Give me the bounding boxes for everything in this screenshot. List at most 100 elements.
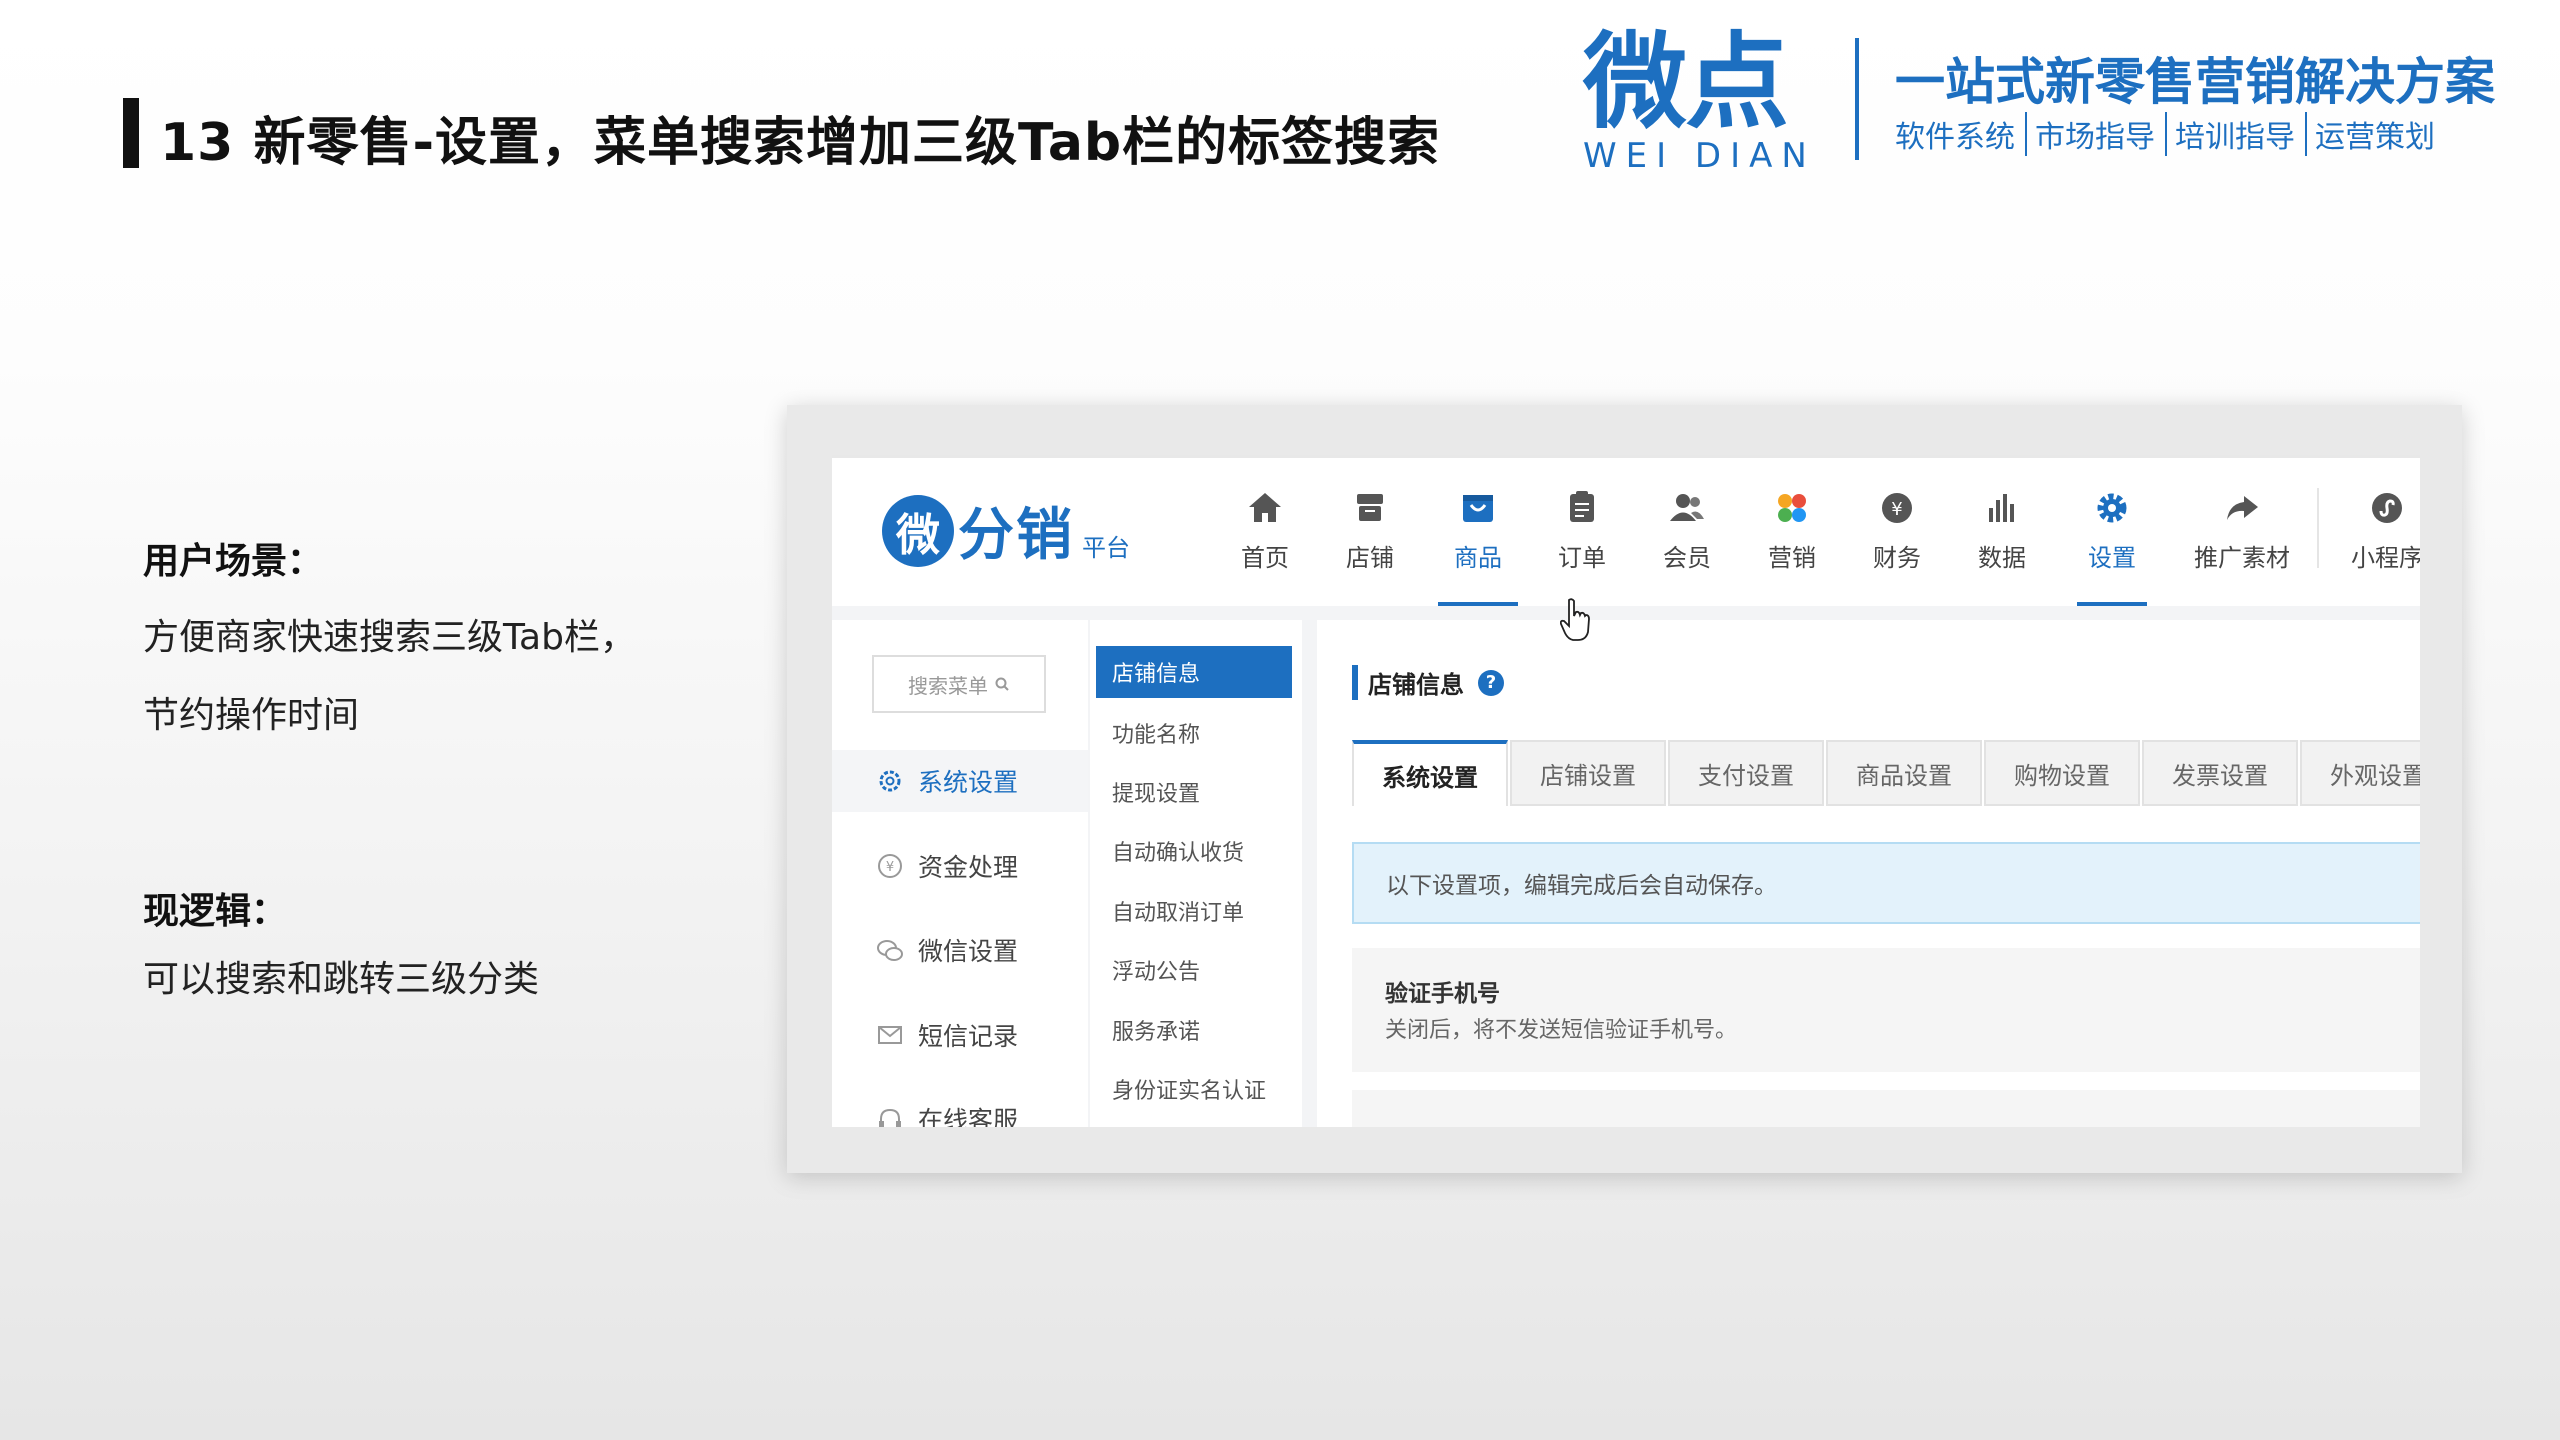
content-title: 店铺信息 ? — [1352, 665, 1504, 700]
submenu-item-feature-name[interactable]: 功能名称 — [1090, 707, 1302, 759]
svg-text:¥: ¥ — [886, 860, 894, 875]
search-placeholder: 搜索菜单 — [908, 673, 988, 698]
service-label: 市场指导 — [2025, 112, 2155, 156]
setting-description: 关闭后，将不发送短信验证手机号。 — [1385, 1018, 1738, 1043]
nav-active-underline — [2077, 602, 2147, 606]
nav-item-marketing[interactable]: 营销 — [1757, 458, 1827, 606]
nav-item-promo[interactable]: 推广素材 — [2187, 458, 2297, 606]
nav-item-member[interactable]: 会员 — [1652, 458, 1722, 606]
sidebar-item-online-service[interactable]: 在线客服 — [832, 1088, 1088, 1127]
nav-item-goods[interactable]: 商品 — [1438, 458, 1518, 606]
search-icon — [995, 677, 1009, 691]
submenu-item-floating-notice[interactable]: 浮动公告 — [1090, 944, 1302, 996]
setting-next-block — [1352, 1090, 2420, 1127]
nav-label: 订单 — [1558, 544, 1606, 572]
tab-shopping-settings[interactable]: 购物设置 — [1984, 740, 2140, 806]
gear-icon — [2097, 493, 2127, 523]
member-icon — [1670, 494, 1704, 521]
brand-name-en: WEI DIAN — [1583, 136, 1816, 176]
app-logo-sub: 平台 — [1082, 534, 1130, 562]
sidebar-item-label: 在线客服 — [918, 1106, 1019, 1127]
content-panel: 店铺信息 ? 系统设置 店铺设置 支付设置 商品设置 购物设置 发票设置 外观设… — [1317, 620, 2420, 1127]
submenu-item-id-verification[interactable]: 身份证实名认证 — [1090, 1063, 1302, 1115]
gear-icon — [879, 770, 901, 792]
chart-icon — [1989, 494, 2014, 522]
brand-slogan: 一站式新零售营销解决方案 — [1895, 53, 2495, 111]
nav-label: 商品 — [1454, 544, 1502, 572]
tab-appearance-settings[interactable]: 外观设置 — [2300, 740, 2420, 806]
submenu-item-auto-confirm[interactable]: 自动确认收货 — [1090, 825, 1302, 877]
service-label: 软件系统 — [1895, 120, 2015, 155]
nav-label: 小程序 — [2351, 544, 2420, 572]
nav-label: 店铺 — [1346, 544, 1394, 572]
nav-item-miniapp[interactable]: 小程序 — [2342, 458, 2420, 606]
share-icon — [2227, 496, 2258, 520]
brand-logo: 微点 WEI DIAN — [1583, 30, 1815, 176]
sidebar-item-sms-records[interactable]: 短信记录 — [832, 1004, 1088, 1066]
mail-icon — [878, 1026, 902, 1044]
finance-icon: ¥ — [1882, 493, 1912, 523]
tab-store-settings[interactable]: 店铺设置 — [1510, 740, 1666, 806]
sidebar: 搜索菜单 系统设置 ¥ 资金处理 微信设置 短信记录 在线客服 — [832, 620, 1088, 1127]
app-screenshot: 微 分销 平台 首页 店铺 商品 订单 会员 营销 ¥ 财务 数据 设置 推广素… — [832, 455, 2420, 1127]
brand-divider — [1855, 38, 1859, 160]
nav-label: 推广素材 — [2194, 544, 2290, 572]
content-title-text: 店铺信息 — [1368, 671, 1464, 699]
tab-system-settings[interactable]: 系统设置 — [1352, 740, 1508, 806]
nav-active-underline — [1438, 602, 1518, 606]
store-icon — [1357, 494, 1383, 521]
hand-cursor-icon — [1560, 598, 1590, 641]
miniapp-icon — [2372, 493, 2402, 523]
sidebar-item-funds[interactable]: ¥ 资金处理 — [832, 835, 1088, 897]
nav-item-order[interactable]: 订单 — [1547, 458, 1617, 606]
home-icon — [1249, 493, 1281, 522]
sidebar-item-label: 短信记录 — [918, 1022, 1019, 1051]
app-logo-text: 分销 — [958, 503, 1074, 568]
service-label: 运营策划 — [2305, 112, 2435, 156]
screenshot-frame: 微 分销 平台 首页 店铺 商品 订单 会员 营销 ¥ 财务 数据 设置 推广素… — [787, 405, 2462, 1173]
submenu-item-withdraw[interactable]: 提现设置 — [1090, 766, 1302, 818]
tab-payment-settings[interactable]: 支付设置 — [1668, 740, 1824, 806]
nav-item-finance[interactable]: ¥ 财务 — [1862, 458, 1932, 606]
menu-search-input[interactable]: 搜索菜单 — [872, 655, 1046, 713]
headset-icon — [879, 1108, 901, 1127]
submenu: 店铺信息 功能名称 提现设置 自动确认收货 自动取消订单 浮动公告 服务承诺 身… — [1090, 620, 1302, 1127]
nav-label: 数据 — [1978, 544, 2026, 572]
app-logo-badge: 微 — [882, 494, 954, 567]
app-logo[interactable]: 微 分销 平台 — [882, 490, 1130, 571]
brand-services: 软件系统 市场指导 培训指导 运营策划 — [1895, 112, 2435, 156]
nav-label: 首页 — [1241, 544, 1289, 572]
service-label: 培训指导 — [2165, 112, 2295, 156]
sidebar-item-wechat[interactable]: 微信设置 — [832, 919, 1088, 981]
sidebar-item-label: 微信设置 — [918, 937, 1019, 966]
title-accent-bar — [123, 98, 139, 168]
marketing-icon — [1778, 494, 1806, 522]
nav-label: 财务 — [1873, 544, 1921, 572]
logic-line: 可以搜索和跳转三级分类 — [143, 959, 540, 1000]
tab-invoice-settings[interactable]: 发票设置 — [2142, 740, 2298, 806]
order-icon — [1570, 491, 1594, 522]
nav-item-data[interactable]: 数据 — [1967, 458, 2037, 606]
svg-text:¥: ¥ — [1891, 499, 1902, 520]
submenu-item-store-info[interactable]: 店铺信息 — [1096, 646, 1292, 698]
brand-name-cn: 微点 — [1583, 21, 1789, 143]
tab-goods-settings[interactable]: 商品设置 — [1826, 740, 1982, 806]
nav-item-settings[interactable]: 设置 — [2077, 458, 2147, 606]
slide-title: 13 新零售-设置，菜单搜索增加三级Tab栏的标签搜索 — [160, 113, 1441, 173]
submenu-item-auto-cancel[interactable]: 自动取消订单 — [1090, 885, 1302, 937]
help-icon[interactable]: ? — [1478, 669, 1504, 696]
nav-separator — [2317, 488, 2319, 568]
goods-icon — [1463, 495, 1493, 522]
nav-label: 营销 — [1768, 544, 1816, 572]
sidebar-item-system-settings[interactable]: 系统设置 — [832, 750, 1088, 812]
nav-item-home[interactable]: 首页 — [1230, 458, 1300, 606]
nav-label: 设置 — [2088, 544, 2136, 572]
submenu-item-service-promise[interactable]: 服务承诺 — [1090, 1004, 1302, 1056]
sidebar-item-label: 资金处理 — [918, 853, 1019, 882]
autosave-notice: 以下设置项，编辑完成后会自动保存。 — [1352, 842, 2420, 924]
scenario-line: 节约操作时间 — [143, 695, 360, 736]
setting-title: 验证手机号 — [1385, 981, 1500, 1007]
nav-item-store[interactable]: 店铺 — [1335, 458, 1405, 606]
sidebar-item-label: 系统设置 — [918, 768, 1019, 797]
logic-heading: 现逻辑： — [143, 891, 288, 932]
